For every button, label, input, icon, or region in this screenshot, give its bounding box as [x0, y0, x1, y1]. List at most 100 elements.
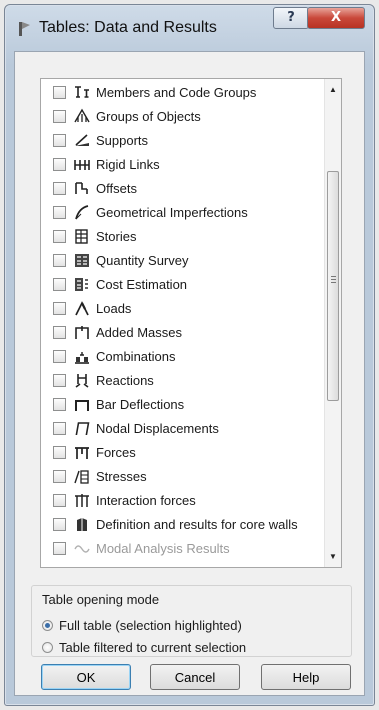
- list-item-label: Loads: [96, 300, 132, 316]
- list-item[interactable]: Members and Code Groups: [41, 81, 321, 103]
- list-item-label: Bar Deflections: [96, 396, 185, 412]
- list-item-label: Interaction forces: [96, 492, 196, 508]
- groups-icon: [73, 108, 91, 124]
- reactions-icon: [73, 372, 91, 388]
- list-item[interactable]: Stresses: [41, 465, 321, 487]
- tables-list[interactable]: Members and Code Groups Groups of Objects…: [40, 78, 342, 568]
- checkbox[interactable]: [53, 205, 66, 219]
- dialog-window: Tables: Data and Results ? X Members and…: [4, 4, 375, 706]
- list-item-label: Combinations: [96, 348, 176, 364]
- list-item-label: Offsets: [96, 180, 137, 196]
- list-item-label: Reactions: [96, 372, 154, 388]
- radio-button[interactable]: [42, 620, 53, 631]
- checkbox[interactable]: [53, 181, 66, 195]
- quantity-survey-icon: [73, 252, 91, 268]
- list-item[interactable]: Reactions: [41, 369, 321, 391]
- offsets-icon: [73, 180, 91, 196]
- combinations-icon: [73, 348, 91, 364]
- stories-icon: [73, 228, 91, 244]
- checkbox[interactable]: [53, 157, 66, 171]
- checkbox[interactable]: [53, 493, 66, 507]
- nodal-displacements-icon: [73, 420, 91, 436]
- list-item[interactable]: Stories: [41, 225, 321, 247]
- checkbox[interactable]: [53, 469, 66, 483]
- checkbox[interactable]: [53, 421, 66, 435]
- close-button[interactable]: X: [307, 7, 365, 29]
- dialog-body: Members and Code Groups Groups of Objects…: [14, 51, 365, 696]
- added-masses-icon: [73, 324, 91, 340]
- cancel-button[interactable]: Cancel: [150, 664, 240, 690]
- loads-icon: [73, 300, 91, 316]
- supports-icon: [73, 132, 91, 148]
- list-item[interactable]: Groups of Objects: [41, 105, 321, 127]
- app-icon: [17, 21, 31, 37]
- help-title-button[interactable]: ?: [273, 7, 309, 29]
- radio-label: Full table (selection highlighted): [59, 618, 242, 633]
- checkbox[interactable]: [53, 301, 66, 315]
- list-item[interactable]: Added Masses: [41, 321, 321, 343]
- grip-icon: [331, 276, 336, 277]
- checkbox[interactable]: [53, 85, 66, 99]
- radio-filtered-table[interactable]: Table filtered to current selection: [42, 640, 246, 655]
- list-item-label: Members and Code Groups: [96, 84, 257, 100]
- radio-label: Table filtered to current selection: [59, 640, 247, 655]
- list-item-label: Stresses: [96, 468, 147, 484]
- checkbox[interactable]: [53, 229, 66, 243]
- list-item-label: Nodal Displacements: [96, 420, 219, 436]
- list-item[interactable]: Nodal Displacements: [41, 417, 321, 439]
- list-item-label: Definition and results for core walls: [96, 516, 298, 532]
- scroll-up-arrow-icon[interactable]: ▲: [325, 81, 341, 98]
- checkbox[interactable]: [53, 109, 66, 123]
- title-bar[interactable]: Tables: Data and Results ? X: [5, 5, 374, 51]
- checkbox[interactable]: [53, 277, 66, 291]
- checkbox[interactable]: [53, 397, 66, 411]
- list-item[interactable]: Cost Estimation: [41, 273, 321, 295]
- list-item-label: Added Masses: [96, 324, 182, 340]
- checkbox[interactable]: [53, 541, 66, 555]
- scroll-down-arrow-icon[interactable]: ▼: [325, 548, 341, 565]
- radio-full-table[interactable]: Full table (selection highlighted): [42, 618, 242, 633]
- list-item-label: Quantity Survey: [96, 252, 189, 268]
- list-item[interactable]: Supports: [41, 129, 321, 151]
- group-title: Table opening mode: [40, 592, 162, 607]
- list-item[interactable]: Geometrical Imperfections: [41, 201, 321, 223]
- list-item[interactable]: Interaction forces: [41, 489, 321, 511]
- list-item-label: Groups of Objects: [96, 108, 201, 124]
- checkbox[interactable]: [53, 517, 66, 531]
- checkbox[interactable]: [53, 325, 66, 339]
- list-item-label: Forces: [96, 444, 136, 460]
- imperfections-icon: [73, 204, 91, 220]
- list-item[interactable]: Rigid Links: [41, 153, 321, 175]
- ok-button[interactable]: OK: [41, 664, 131, 690]
- checkbox[interactable]: [53, 373, 66, 387]
- list-item[interactable]: Modal Analysis Results: [41, 537, 321, 559]
- radio-button[interactable]: [42, 642, 53, 653]
- modal-analysis-icon: [73, 540, 91, 556]
- checkbox[interactable]: [53, 253, 66, 267]
- help-button[interactable]: Help: [261, 664, 351, 690]
- checkbox[interactable]: [53, 349, 66, 363]
- interaction-forces-icon: [73, 492, 91, 508]
- list-item[interactable]: Bar Deflections: [41, 393, 321, 415]
- list-item[interactable]: Offsets: [41, 177, 321, 199]
- list-item-label: Rigid Links: [96, 156, 160, 172]
- scroll-thumb[interactable]: [327, 171, 339, 401]
- list-item-label: Modal Analysis Results: [96, 540, 230, 556]
- list-scrollbar[interactable]: ▲ ▼: [324, 79, 341, 567]
- list-item-label: Stories: [96, 228, 137, 244]
- list-item[interactable]: Definition and results for core walls: [41, 513, 321, 535]
- cost-estimation-icon: [73, 276, 91, 292]
- list-item-label: Cost Estimation: [96, 276, 188, 292]
- list-item-label: Supports: [96, 132, 149, 148]
- members-icon: [73, 84, 91, 100]
- window-title: Tables: Data and Results: [39, 19, 217, 36]
- list-item[interactable]: Combinations: [41, 345, 321, 367]
- checkbox[interactable]: [53, 445, 66, 459]
- list-item[interactable]: Quantity Survey: [41, 249, 321, 271]
- list-item-label: Geometrical Imperfections: [96, 204, 248, 220]
- bar-deflections-icon: [73, 396, 91, 412]
- list-item[interactable]: Forces: [41, 441, 321, 463]
- list-item[interactable]: Loads: [41, 297, 321, 319]
- checkbox[interactable]: [53, 133, 66, 147]
- core-walls-icon: [73, 516, 91, 532]
